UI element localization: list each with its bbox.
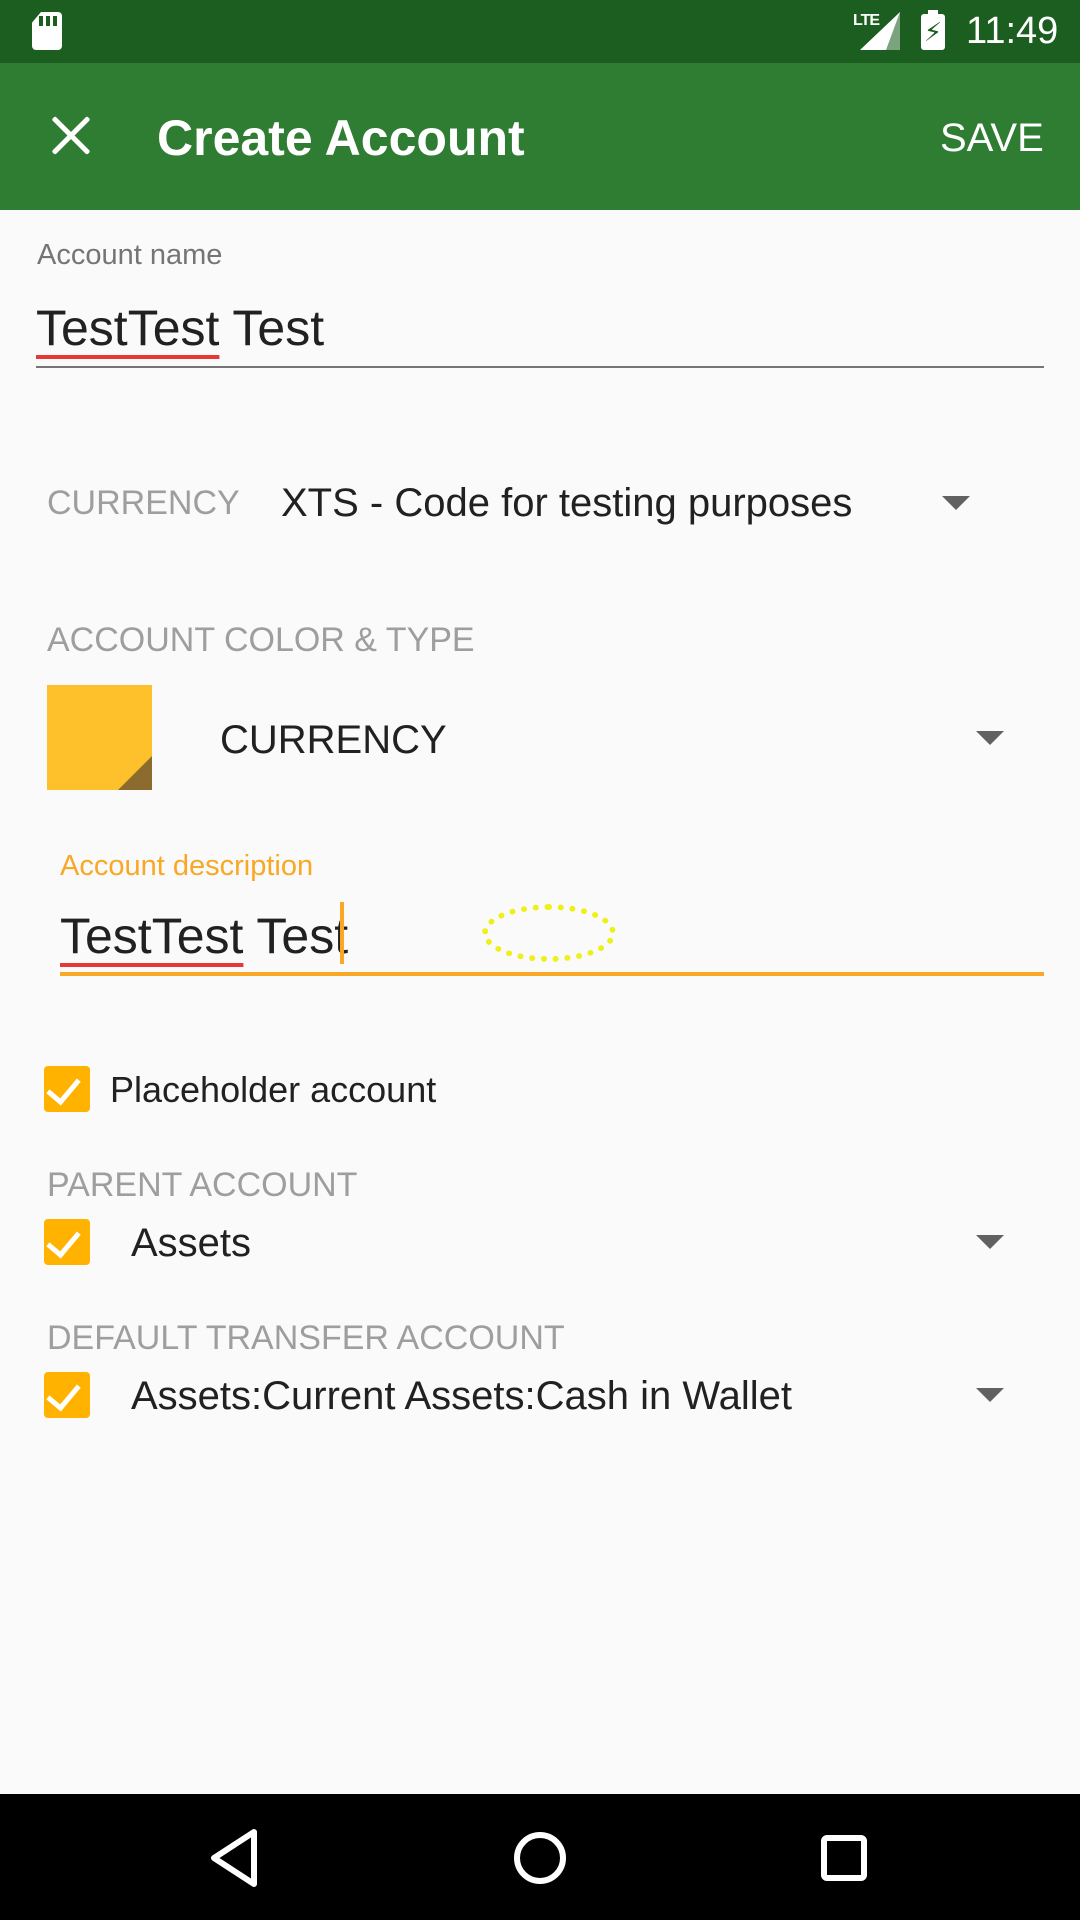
dropdown-arrow-icon	[976, 1235, 1004, 1249]
description-rest: Test	[243, 908, 349, 964]
dropdown-arrow-icon	[942, 496, 970, 510]
account-name-label: Account name	[37, 239, 223, 271]
charging-bolt-icon: ⚡	[923, 17, 943, 47]
color-picker-corner-edge	[120, 762, 150, 790]
color-type-label: ACCOUNT COLOR & TYPE	[47, 621, 475, 659]
save-button[interactable]: SAVE	[940, 110, 1044, 166]
status-bar	[0, 0, 1080, 63]
close-button[interactable]	[38, 100, 110, 172]
back-icon	[211, 1829, 257, 1887]
sd-card-icon-detail	[46, 16, 50, 26]
home-button[interactable]	[502, 1822, 578, 1898]
dropdown-arrow-icon	[976, 731, 1004, 745]
account-type-dropdown[interactable]: CURRENCY	[200, 700, 1020, 780]
recents-icon	[821, 1835, 867, 1881]
parent-account-label: PARENT ACCOUNT	[47, 1166, 358, 1204]
default-transfer-value: Assets:Current Assets:Cash in Wallet	[131, 1374, 792, 1418]
currency-value: XTS - Code for testing purposes	[281, 481, 853, 525]
parent-account-dropdown[interactable]: Assets	[120, 1208, 1020, 1278]
parent-account-value: Assets	[131, 1221, 252, 1265]
description-field[interactable]: TestTest Test	[60, 906, 348, 966]
text-cursor	[340, 902, 344, 964]
home-icon	[514, 1832, 566, 1884]
misspelled-word: TestTest	[36, 300, 220, 356]
page-title: Create Account	[157, 110, 525, 166]
sd-card-icon-detail	[39, 16, 43, 26]
account-name-underline	[36, 366, 1044, 368]
default-transfer-dropdown[interactable]: Assets:Current Assets:Cash in Wallet	[120, 1361, 1020, 1431]
misspelled-word: TestTest	[60, 908, 244, 964]
currency-label: CURRENCY	[47, 484, 240, 522]
description-label: Account description	[60, 850, 314, 882]
back-button[interactable]	[200, 1820, 270, 1896]
currency-dropdown[interactable]: XTS - Code for testing purposes	[250, 470, 1010, 536]
default-transfer-checkbox[interactable]	[44, 1372, 90, 1418]
account-name-rest: Test	[219, 300, 325, 356]
signal-icon-weak-part	[886, 12, 900, 50]
default-transfer-label: DEFAULT TRANSFER ACCOUNT	[47, 1319, 565, 1357]
account-name-field[interactable]: TestTest Test	[36, 298, 324, 358]
sd-card-icon-detail	[53, 16, 57, 26]
placeholder-label: Placeholder account	[110, 1069, 437, 1110]
status-time: 11:49	[966, 10, 1059, 52]
description-underline	[60, 972, 1044, 976]
touch-indicator	[482, 904, 616, 962]
account-color-swatch[interactable]	[47, 685, 152, 790]
parent-account-checkbox[interactable]	[44, 1219, 90, 1265]
account-type-value: CURRENCY	[220, 718, 447, 762]
recents-button[interactable]	[806, 1822, 882, 1898]
dropdown-arrow-icon	[976, 1388, 1004, 1402]
placeholder-checkbox[interactable]	[44, 1066, 90, 1112]
network-type: LTE	[853, 12, 880, 29]
